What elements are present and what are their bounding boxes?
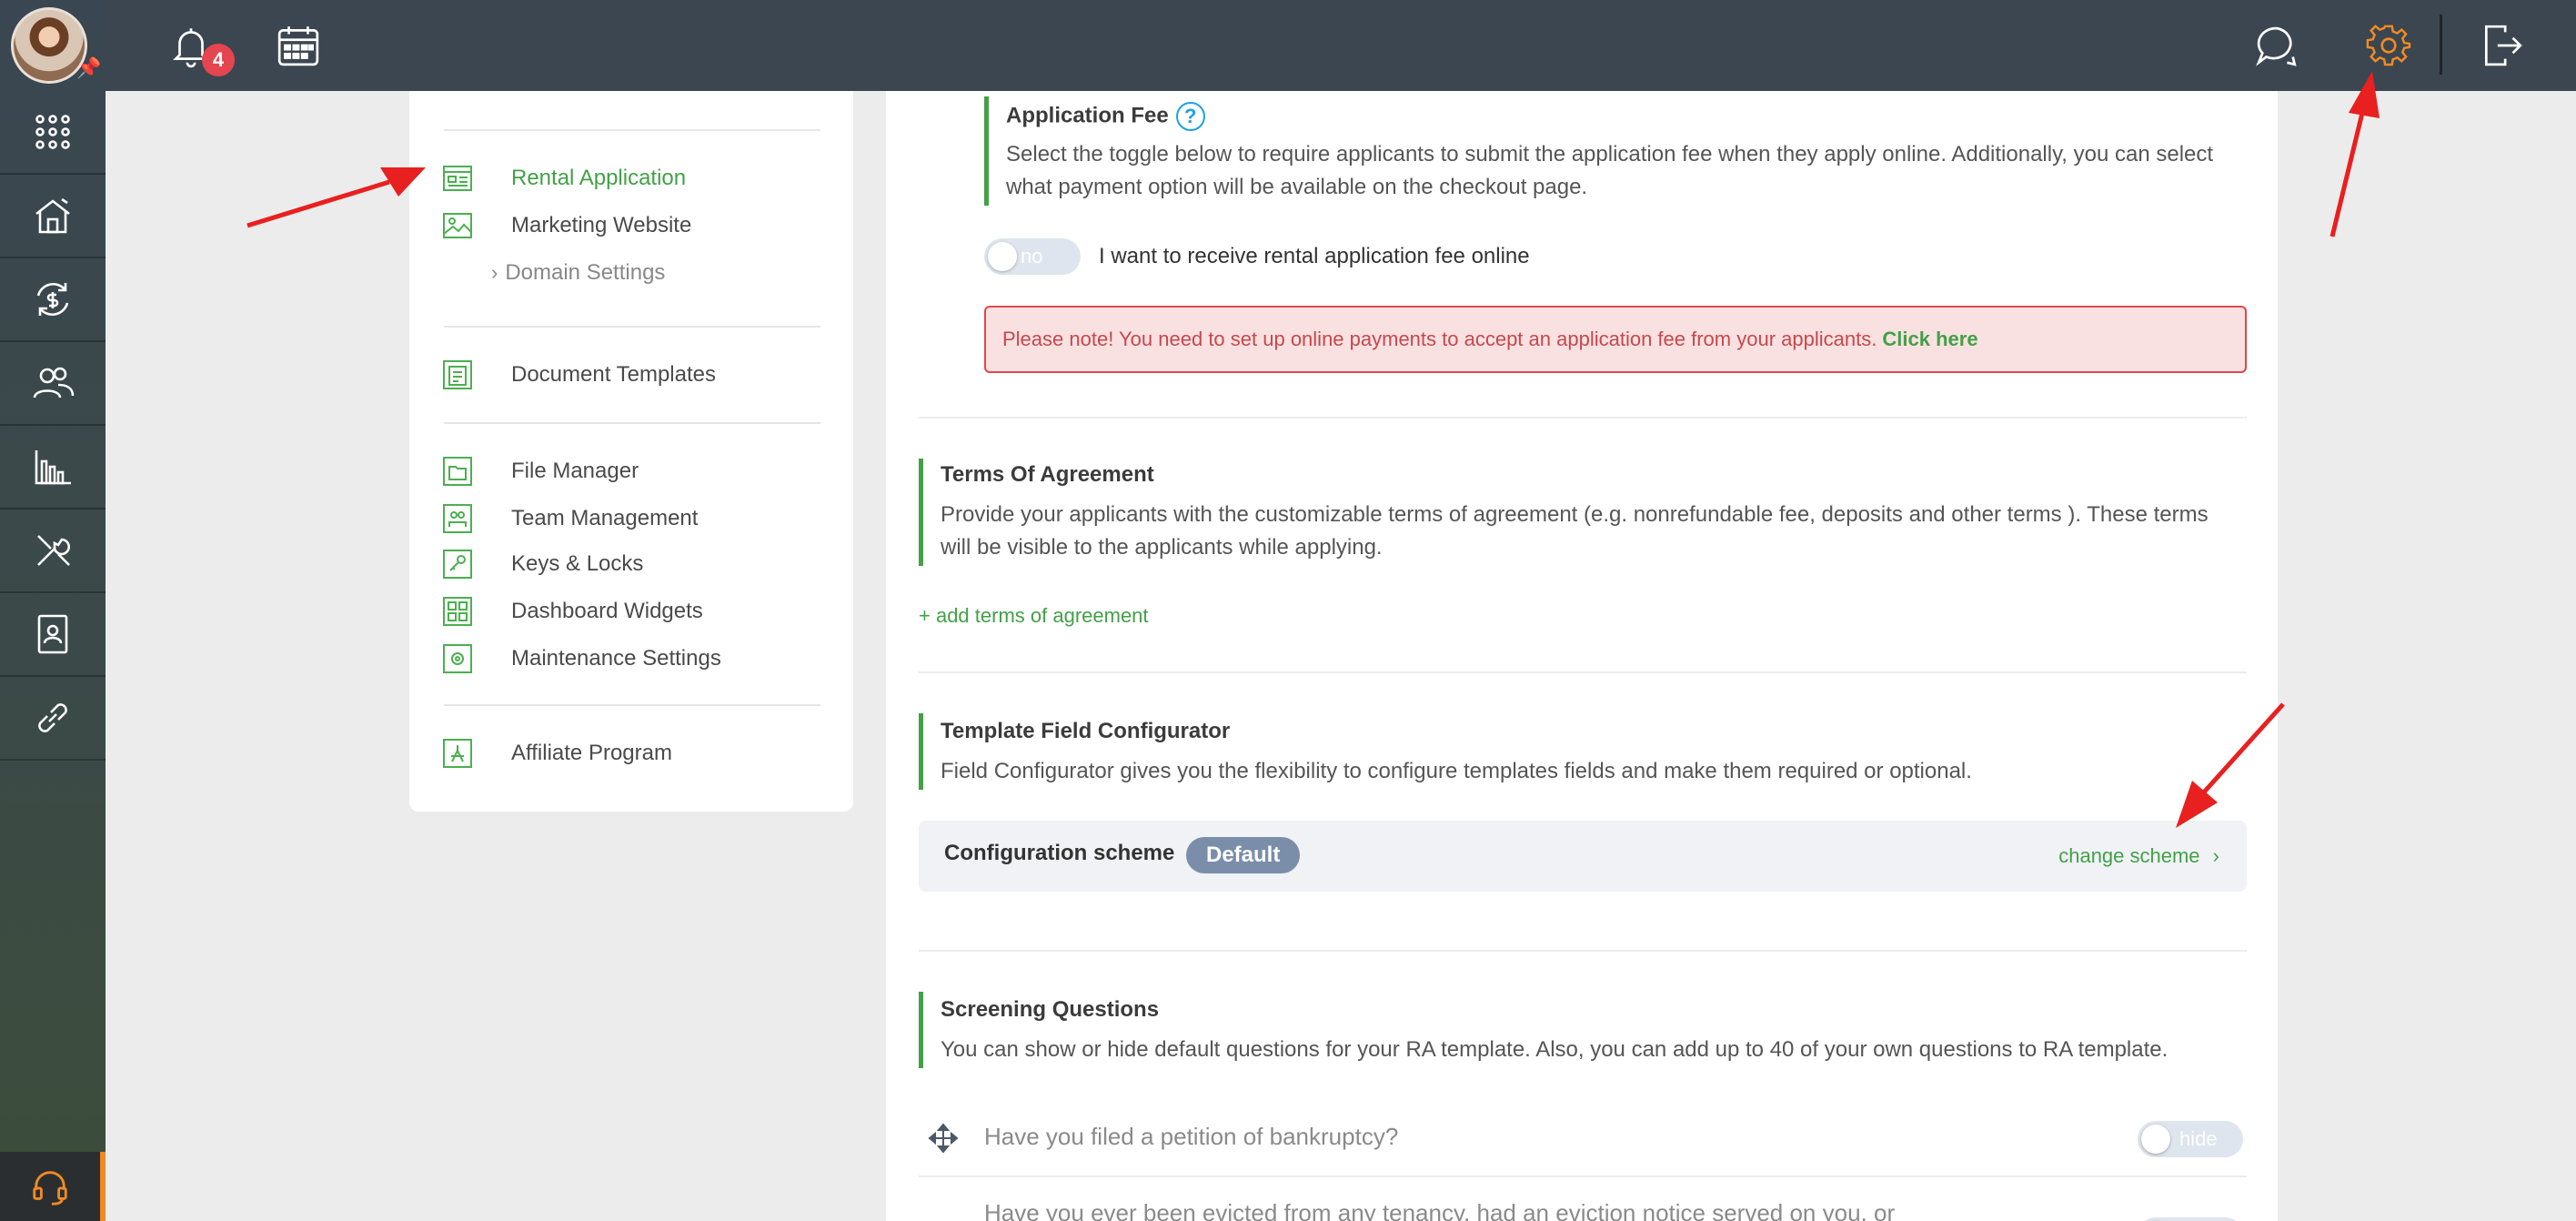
terms-title: Terms Of Agreement: [941, 462, 1154, 487]
section-divider: [919, 671, 2247, 673]
add-terms-link[interactable]: + add terms of agreement: [919, 604, 1149, 628]
main-content: Application Fee? Select the toggle below…: [886, 91, 2278, 1221]
menu-item-file-manager[interactable]: File Manager: [442, 451, 824, 491]
people-icon: [33, 367, 75, 399]
settings-menu-panel: Rental Application Marketing Website Doc…: [409, 91, 853, 812]
screening-question-row: Have you ever been evicted from any tena…: [919, 1179, 2247, 1221]
section-accent-bar: [919, 713, 923, 790]
section-accent-bar: [919, 992, 923, 1068]
annotation-arrow-change-scheme: [2176, 702, 2285, 828]
widgets-icon: [442, 596, 473, 627]
divider: [444, 129, 820, 131]
menu-item-team-management[interactable]: Team Management: [442, 499, 824, 539]
menu-item-affiliate-program[interactable]: Affiliate Program: [442, 733, 824, 773]
scheme-badge: Default: [1186, 837, 1301, 873]
left-rail: 📌: [0, 0, 106, 1221]
rail-item-contacts[interactable]: [0, 593, 106, 677]
menu-item-marketing-website[interactable]: Marketing Website: [442, 206, 824, 246]
chat-icon: [2256, 26, 2297, 66]
chevron-right-icon: ›: [2212, 844, 2219, 867]
help-icon[interactable]: ?: [1175, 102, 1205, 131]
configuration-scheme-label: Configuration scheme: [944, 841, 1175, 865]
menu-item-rental-application[interactable]: Rental Application: [442, 158, 824, 198]
rail-item-properties[interactable]: [0, 175, 106, 258]
rail-item-maintenance[interactable]: [0, 510, 106, 593]
house-icon: [35, 197, 70, 234]
application-fee-toggle[interactable]: no: [984, 238, 1081, 275]
divider: [444, 326, 820, 328]
gear-icon: [2366, 25, 2411, 66]
top-bar: 4: [106, 0, 2576, 91]
calendar-icon: [277, 26, 319, 66]
pin-icon[interactable]: 📌: [76, 56, 101, 80]
template-config-title: Template Field Configurator: [941, 719, 1231, 743]
menu-item-document-templates[interactable]: Document Templates: [442, 355, 824, 395]
rail-item-people[interactable]: [0, 342, 106, 426]
change-scheme-link[interactable]: change scheme ›: [2058, 844, 2219, 868]
logout-icon: [2484, 25, 2522, 66]
chevron-right-icon: ›: [491, 261, 498, 284]
application-form-icon: [442, 163, 473, 194]
toggle-knob: [988, 242, 1017, 271]
toggle-knob: [2141, 1125, 2170, 1154]
application-fee-toggle-label: I want to receive rental application fee…: [1099, 244, 1530, 268]
rail-item-apps[interactable]: [0, 91, 106, 175]
section-accent-bar: [919, 459, 923, 566]
application-fee-description: Select the toggle below to require appli…: [1006, 142, 2214, 199]
rail-item-links[interactable]: [0, 677, 106, 761]
menu-item-dashboard-widgets[interactable]: Dashboard Widgets: [442, 591, 824, 631]
affiliate-icon: [442, 738, 473, 769]
rail-item-reports[interactable]: [0, 426, 106, 510]
payment-setup-alert: Please note! You need to set up online p…: [984, 306, 2247, 373]
money-cycle-icon: [36, 282, 69, 317]
notifications-badge: 4: [202, 44, 235, 76]
key-icon: [442, 549, 473, 580]
chart-icon: [35, 450, 71, 485]
click-here-link[interactable]: Click here: [1882, 328, 1977, 350]
calendar-button[interactable]: [269, 16, 327, 75]
terms-description: Provide your applicants with the customi…: [941, 502, 2209, 560]
menu-item-maintenance-settings[interactable]: Maintenance Settings: [442, 639, 824, 679]
team-icon: [442, 503, 473, 534]
link-icon: [38, 703, 67, 732]
application-fee-title: Application Fee?: [1006, 102, 1205, 131]
section-accent-bar: [984, 96, 989, 206]
question-visibility-toggle[interactable]: hide: [2138, 1217, 2243, 1221]
chat-button[interactable]: [2249, 16, 2307, 75]
tools-icon: [37, 535, 70, 566]
contact-card-icon: [37, 614, 68, 654]
image-icon: [442, 210, 473, 241]
topbar-separator: [2440, 15, 2442, 75]
section-divider: [919, 417, 2247, 419]
settings-small-icon: [442, 643, 473, 674]
divider: [444, 704, 820, 706]
menu-item-domain-settings[interactable]: › Domain Settings: [491, 257, 665, 289]
question-visibility-toggle[interactable]: hide: [2138, 1121, 2243, 1157]
annotation-arrow-gear: [2329, 71, 2380, 237]
menu-item-keys-locks[interactable]: Keys & Locks: [442, 544, 824, 584]
drag-handle-icon[interactable]: [928, 1123, 959, 1154]
headset-icon: [33, 1171, 67, 1206]
configuration-scheme-box: Configuration scheme Default change sche…: [919, 821, 2247, 892]
annotation-arrow-rental: [247, 167, 426, 228]
template-config-description: Field Configurator gives you the flexibi…: [941, 759, 1972, 783]
screening-question-row: Have you filed a petition of bankruptcy?…: [919, 1101, 2247, 1177]
section-divider: [919, 950, 2247, 952]
logout-button[interactable]: [2472, 16, 2531, 75]
screening-description: You can show or hide default questions f…: [941, 1037, 2168, 1062]
screening-title: Screening Questions: [941, 997, 1160, 1022]
rail-item-payments[interactable]: [0, 258, 106, 342]
divider: [444, 422, 820, 424]
support-button[interactable]: [0, 1152, 106, 1221]
folder-icon: [442, 456, 473, 487]
apps-grid-icon: [35, 115, 70, 149]
document-icon: [442, 359, 473, 390]
